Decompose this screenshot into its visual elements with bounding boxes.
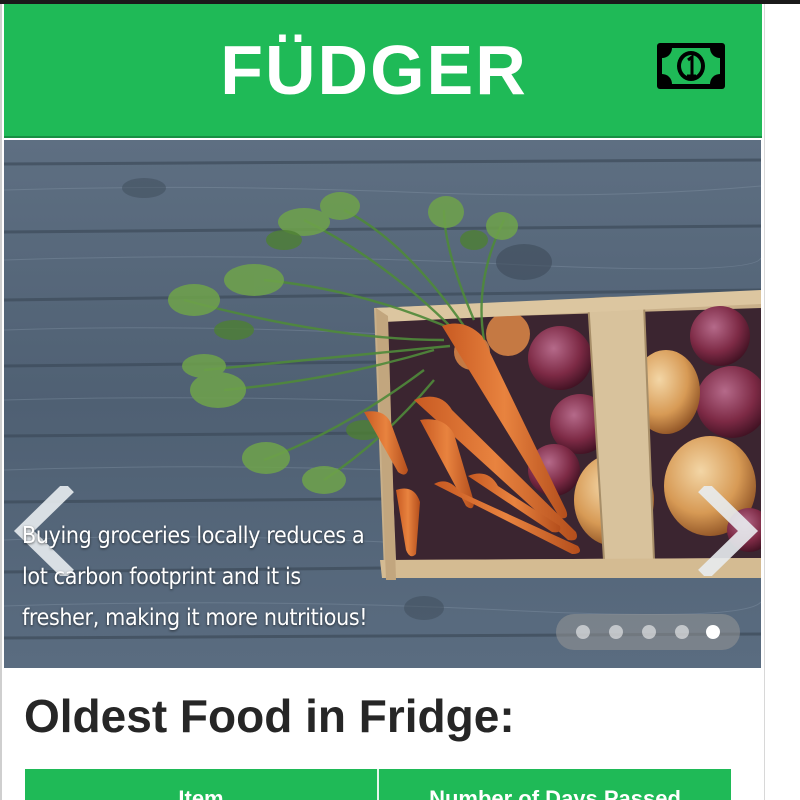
carousel-indicators — [556, 614, 740, 650]
app-header: FÜDGER — [4, 4, 762, 138]
chevron-right-icon — [698, 482, 759, 580]
column-header-item[interactable]: Item — [25, 769, 379, 800]
brand-logo-text: FÜDGER — [220, 31, 528, 109]
caption-line: Buying groceries locally reduces a — [22, 523, 365, 549]
carousel-caption: Buying groceries locally reduces a lot c… — [22, 516, 382, 639]
caption-line: fresher, making it more nutritious! — [22, 605, 368, 631]
section-title: Oldest Food in Fridge: — [24, 690, 515, 742]
dollar-bill-icon[interactable] — [656, 42, 726, 90]
carousel-dot-active[interactable] — [706, 625, 720, 639]
carousel-next-button[interactable] — [694, 482, 761, 580]
carousel-dot[interactable] — [642, 625, 656, 639]
caption-line: lot carbon footprint and it is — [22, 564, 301, 590]
carousel-dot[interactable] — [609, 625, 623, 639]
oldest-food-table-header: Item Number of Days Passed — [25, 769, 731, 800]
image-carousel[interactable]: Buying groceries locally reduces a lot c… — [4, 140, 761, 668]
carousel-dot[interactable] — [576, 625, 590, 639]
app-frame: FÜDGER Buying groceries locally reduces … — [0, 4, 765, 800]
column-header-days-passed[interactable]: Number of Days Passed — [379, 769, 731, 800]
carousel-dot[interactable] — [675, 625, 689, 639]
